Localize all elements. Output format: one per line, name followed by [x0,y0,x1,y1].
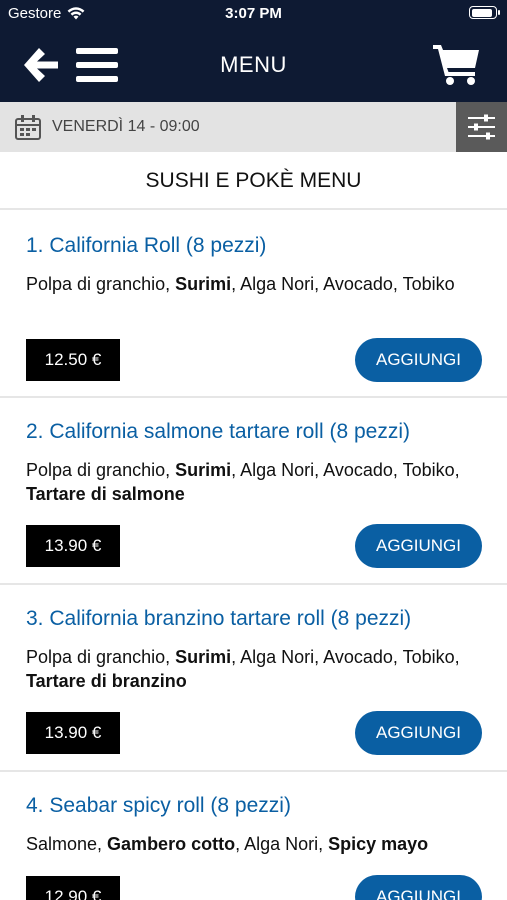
item-ingredient-text: , Alga Nori, [235,834,329,854]
section-title: SUSHI E POKÈ MENU [0,152,507,210]
status-bar: Gestore 3:07 PM [0,0,507,28]
item-description: Polpa di granchio, Surimi, Alga Nori, Av… [26,458,486,506]
item-ingredient-text: Salmone, [26,834,108,854]
item-name[interactable]: 2. California salmone tartare roll (8 pe… [26,420,410,444]
cart-icon[interactable] [433,42,481,86]
status-time: 3:07 PM [225,5,282,22]
item-price: 12.90 € [26,876,120,900]
top-navigation-bar: MENU [0,28,507,102]
item-ingredient-text: , Alga Nori, Avocado, Tobiko, [231,460,460,480]
menu-item: 2. California salmone tartare roll (8 pe… [0,398,507,585]
item-ingredient-highlight: Surimi [175,274,232,294]
item-ingredient-highlight: Tartare di branzino [26,671,187,691]
menu-item: 4. Seabar spicy roll (8 pezzi) Salmone, … [0,772,507,900]
item-description: Polpa di granchio, Surimi, Alga Nori, Av… [26,645,486,693]
battery-level [471,8,493,17]
add-to-cart-button[interactable]: AGGIUNGI [355,875,482,900]
filter-button[interactable] [456,102,507,152]
add-to-cart-button[interactable]: AGGIUNGI [355,711,482,755]
item-price: 13.90 € [26,525,120,567]
item-description: Salmone, Gambero cotto, Alga Nori, Spicy… [26,832,486,856]
item-ingredient-highlight: Tartare di salmone [26,484,185,504]
menu-item: 3. California branzino tartare roll (8 p… [0,585,507,772]
item-ingredient-text: , Alga Nori, Avocado, Tobiko [231,274,455,294]
delivery-date-bar[interactable]: VENERDÌ 14 - 09:00 [0,102,507,152]
item-price: 12.50 € [26,339,120,381]
delivery-date: VENERDÌ 14 - 09:00 [52,118,200,135]
item-ingredient-text: Polpa di granchio, [26,274,176,294]
item-ingredient-text: Polpa di granchio, [26,647,176,667]
add-to-cart-button[interactable]: AGGIUNGI [355,524,482,568]
item-name[interactable]: 4. Seabar spicy roll (8 pezzi) [26,794,291,818]
add-to-cart-button[interactable]: AGGIUNGI [355,338,482,382]
item-name[interactable]: 1. California Roll (8 pezzi) [26,234,266,258]
page-title: MENU [220,52,287,77]
item-price: 13.90 € [26,712,120,754]
filter-icon [468,114,495,140]
calendar-icon [15,115,41,140]
item-ingredient-highlight: Surimi [175,460,232,480]
item-ingredient-text: , Alga Nori, Avocado, Tobiko, [231,647,460,667]
item-ingredient-text: Polpa di granchio, [26,460,176,480]
item-ingredient-highlight: Gambero cotto [107,834,236,854]
item-description: Polpa di granchio, Surimi, Alga Nori, Av… [26,272,486,296]
item-ingredient-highlight: Surimi [175,647,232,667]
menu-item: 1. California Roll (8 pezzi) Polpa di gr… [0,212,507,398]
battery-icon [469,6,500,19]
item-ingredient-highlight: Spicy mayo [328,834,429,854]
item-name[interactable]: 3. California branzino tartare roll (8 p… [26,607,411,631]
